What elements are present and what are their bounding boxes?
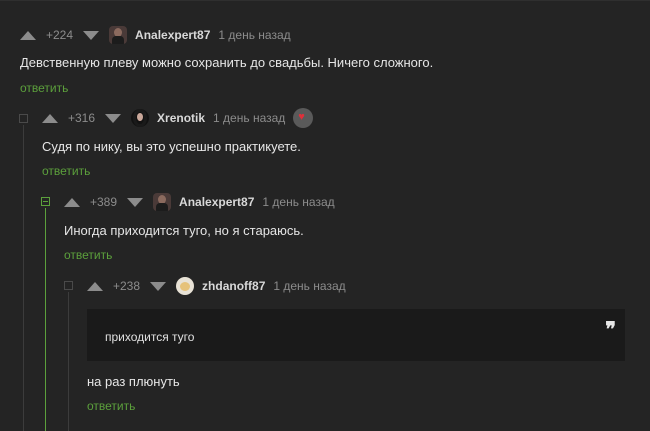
comment-rating: +224 xyxy=(46,28,74,42)
downvote-icon[interactable] xyxy=(150,281,167,291)
comment-2-header: +316 Xrenotik 1 день назад xyxy=(42,106,314,130)
downvote-icon[interactable] xyxy=(127,197,144,207)
comment-3-header: +389 Analexpert87 1 день назад xyxy=(64,190,335,214)
avatar[interactable] xyxy=(109,26,128,44)
comment-author[interactable]: zhdanoff87 xyxy=(202,279,265,293)
downvote-icon[interactable] xyxy=(83,30,100,40)
comment-time[interactable]: 1 день назад xyxy=(262,195,334,209)
comment-text: Судя по нику, вы это успешно практикуете… xyxy=(42,139,301,154)
quote-text: приходится туго xyxy=(105,330,195,344)
collapse-thread-button[interactable] xyxy=(64,281,73,290)
avatar[interactable] xyxy=(153,193,172,211)
heart-badge-icon xyxy=(293,108,314,128)
comment-rating: +316 xyxy=(68,111,96,125)
comment-author[interactable]: Analexpert87 xyxy=(179,195,254,209)
comment-text: Девственную плеву можно сохранить до сва… xyxy=(20,55,434,70)
downvote-icon[interactable] xyxy=(105,113,122,123)
comment-text: на раз плюнуть xyxy=(87,374,180,389)
upvote-icon[interactable] xyxy=(64,197,80,207)
comment-rating: +389 xyxy=(90,195,118,209)
avatar[interactable] xyxy=(131,109,150,127)
quote-block: приходится туго ❞ xyxy=(87,309,625,361)
reply-button[interactable]: ответить xyxy=(42,164,90,178)
avatar[interactable] xyxy=(176,277,195,295)
upvote-icon[interactable] xyxy=(42,113,58,123)
thread-line[interactable] xyxy=(45,208,46,431)
reply-button[interactable]: ответить xyxy=(20,81,68,95)
comment-rating: +238 xyxy=(113,279,141,293)
comment-text: Иногда приходится туго, но я стараюсь. xyxy=(64,223,304,238)
comment-time[interactable]: 1 день назад xyxy=(218,28,290,42)
thread-line[interactable] xyxy=(23,125,24,431)
comment-author[interactable]: Analexpert87 xyxy=(135,28,210,42)
collapse-thread-button[interactable] xyxy=(41,197,50,206)
top-divider xyxy=(0,0,650,1)
comment-time[interactable]: 1 день назад xyxy=(273,279,345,293)
reply-button[interactable]: ответить xyxy=(87,399,135,413)
comment-1-header: +224 Analexpert87 1 день назад xyxy=(20,23,291,47)
comment-4-header: +238 zhdanoff87 1 день назад xyxy=(87,274,346,298)
comment-time[interactable]: 1 день назад xyxy=(213,111,285,125)
upvote-icon[interactable] xyxy=(87,281,103,291)
thread-line[interactable] xyxy=(68,292,69,431)
comment-author[interactable]: Xrenotik xyxy=(157,111,205,125)
quote-icon: ❞ xyxy=(605,317,616,341)
upvote-icon[interactable] xyxy=(20,30,36,40)
reply-button[interactable]: ответить xyxy=(64,248,112,262)
collapse-thread-button[interactable] xyxy=(19,114,28,123)
